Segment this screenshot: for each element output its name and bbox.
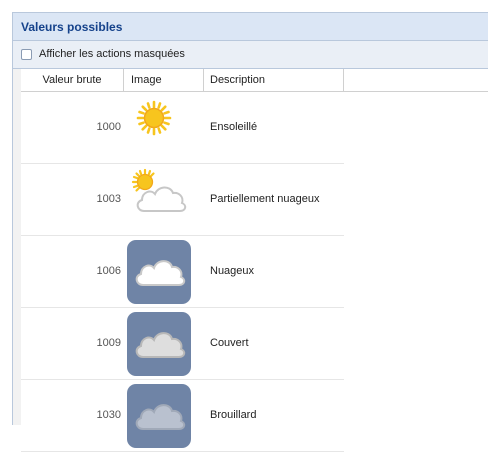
raw-value-cell: 1000 — [96, 121, 121, 133]
fog-icon — [127, 384, 191, 448]
description-cell: Nuageux — [210, 265, 255, 277]
partly-cloudy-icon — [127, 168, 191, 232]
panel-title: Valeurs possibles — [21, 20, 123, 34]
raw-value-cell: 1030 — [96, 409, 121, 421]
description-cell: Brouillard — [210, 409, 257, 421]
left-gutter — [0, 0, 12, 425]
description-cell: Couvert — [210, 337, 249, 349]
raw-value-cell: 1006 — [96, 265, 121, 277]
cloudy-icon — [127, 240, 191, 304]
description-cell: Partiellement nuageux — [210, 193, 320, 205]
column-header-raw-value[interactable]: Valeur brute — [21, 69, 124, 91]
grid-rows: 1000 Ensoleillé 1003 Partiellement nuage… — [21, 92, 344, 452]
table-row[interactable]: 1000 Ensoleillé — [21, 92, 344, 164]
table-row[interactable]: 1009 Couvert — [21, 308, 344, 380]
description-cell: Ensoleillé — [210, 121, 258, 133]
show-hidden-actions-label[interactable]: Afficher les actions masquées — [39, 48, 185, 60]
column-header-description[interactable]: Description — [204, 69, 344, 91]
raw-value-cell: 1009 — [96, 337, 121, 349]
table-row[interactable]: 1003 Partiellement nuageux — [21, 164, 344, 236]
possible-values-panel: Valeurs possibles Afficher les actions m… — [12, 12, 488, 452]
grid-header: Valeur brute Image Description — [21, 69, 488, 92]
table-row[interactable]: 1006 Nuageux — [21, 236, 344, 308]
raw-value-cell: 1003 — [96, 193, 121, 205]
panel-header: Valeurs possibles — [13, 13, 488, 41]
overcast-icon — [127, 312, 191, 376]
panel-toolbar: Afficher les actions masquées — [13, 41, 488, 69]
sun-icon — [127, 96, 191, 160]
values-grid: Valeur brute Image Description 1000 Enso… — [21, 69, 488, 452]
table-row[interactable]: 1030 Brouillard — [21, 380, 344, 452]
show-hidden-actions-checkbox[interactable] — [21, 49, 32, 60]
column-header-image[interactable]: Image — [124, 69, 204, 91]
